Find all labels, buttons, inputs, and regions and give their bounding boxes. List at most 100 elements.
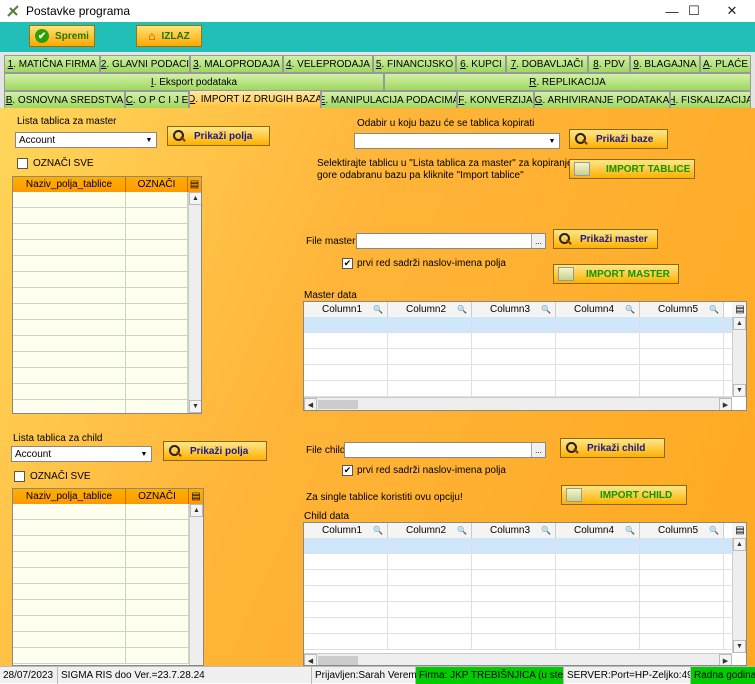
table-cell[interactable] bbox=[640, 602, 724, 617]
table-cell[interactable] bbox=[640, 333, 724, 348]
table-cell[interactable] bbox=[126, 192, 188, 207]
table-cell[interactable] bbox=[640, 365, 724, 380]
table-cell[interactable] bbox=[13, 240, 126, 255]
tab-arhiviranje-podataka[interactable]: G. ARHIVIRANJE PODATAKA bbox=[534, 91, 670, 109]
table-cell[interactable] bbox=[126, 368, 188, 383]
grid-settings-icon[interactable]: ▤ bbox=[732, 523, 746, 538]
table-row[interactable] bbox=[13, 632, 189, 648]
table-cell[interactable] bbox=[13, 648, 126, 663]
table-cell[interactable] bbox=[126, 520, 189, 535]
scroll-down-icon[interactable]: ▼ bbox=[189, 400, 201, 413]
column-header[interactable]: Column3 🔍 bbox=[472, 523, 556, 538]
table-cell[interactable] bbox=[13, 552, 126, 567]
table-cell[interactable] bbox=[556, 538, 640, 553]
table-row[interactable] bbox=[13, 368, 188, 384]
table-row[interactable] bbox=[13, 536, 189, 552]
table-row[interactable] bbox=[304, 554, 732, 570]
column-header[interactable]: Column2 🔍 bbox=[388, 523, 472, 538]
tab-eksport-podataka[interactable]: I. Eksport podataka bbox=[4, 73, 384, 91]
search-icon[interactable]: 🔍 bbox=[457, 305, 467, 314]
table-cell[interactable] bbox=[13, 536, 126, 551]
tab-pdv[interactable]: 8. PDV bbox=[588, 55, 630, 73]
column-header[interactable]: OZNAČI bbox=[126, 177, 188, 192]
grid-settings-icon[interactable]: ▤ bbox=[188, 177, 201, 192]
table-cell[interactable] bbox=[388, 333, 472, 348]
table-cell[interactable] bbox=[304, 381, 388, 396]
table-cell[interactable] bbox=[388, 602, 472, 617]
column-header[interactable]: Column5 🔍 bbox=[640, 523, 724, 538]
search-icon[interactable]: 🔍 bbox=[457, 526, 467, 535]
table-cell[interactable] bbox=[13, 632, 126, 647]
tab-maloprodaja[interactable]: 3. MALOPRODAJA bbox=[190, 55, 283, 73]
file-child-input[interactable]: ... bbox=[344, 442, 546, 458]
scroll-right-icon[interactable]: ▶ bbox=[719, 398, 732, 410]
child-show-fields-button[interactable]: Prikaži polja bbox=[163, 441, 267, 461]
import-master-button[interactable]: IMPORT MASTER bbox=[553, 264, 679, 284]
table-row[interactable] bbox=[13, 600, 189, 616]
scroll-thumb[interactable] bbox=[318, 400, 358, 409]
target-db-select[interactable]: ▼ bbox=[354, 133, 560, 149]
table-cell[interactable] bbox=[126, 208, 188, 223]
table-cell[interactable] bbox=[388, 349, 472, 364]
table-cell[interactable] bbox=[304, 602, 388, 617]
child-fields-scrollbar[interactable]: ▲ bbox=[189, 504, 203, 665]
table-cell[interactable] bbox=[472, 554, 556, 569]
table-cell[interactable] bbox=[640, 381, 724, 396]
column-header[interactable]: Naziv_polja_tablice bbox=[13, 489, 126, 504]
table-cell[interactable] bbox=[13, 520, 126, 535]
table-cell[interactable] bbox=[13, 600, 126, 615]
child-mark-all-checkbox[interactable] bbox=[14, 471, 25, 482]
master-show-fields-button[interactable]: Prikaži polja bbox=[167, 126, 270, 146]
table-cell[interactable] bbox=[126, 648, 189, 663]
table-cell[interactable] bbox=[304, 333, 388, 348]
table-cell[interactable] bbox=[13, 256, 126, 271]
table-cell[interactable] bbox=[388, 365, 472, 380]
master-header-checkbox[interactable]: ✔ bbox=[342, 258, 353, 269]
table-cell[interactable] bbox=[126, 632, 189, 647]
table-cell[interactable] bbox=[304, 570, 388, 585]
table-row[interactable] bbox=[13, 384, 188, 400]
tab-dobavljaci[interactable]: 7. DOBAVLJAČI bbox=[506, 55, 588, 73]
table-cell[interactable] bbox=[13, 208, 126, 223]
table-cell[interactable] bbox=[472, 618, 556, 633]
table-cell[interactable] bbox=[126, 352, 188, 367]
table-cell[interactable] bbox=[388, 381, 472, 396]
table-row[interactable] bbox=[13, 352, 188, 368]
table-cell[interactable] bbox=[126, 272, 188, 287]
table-row[interactable] bbox=[13, 288, 188, 304]
master-table-select[interactable]: Account ▼ bbox=[15, 132, 157, 148]
table-cell[interactable] bbox=[13, 384, 126, 399]
table-row[interactable] bbox=[13, 320, 188, 336]
tab-replikacija[interactable]: R. REPLIKACIJA bbox=[384, 73, 751, 91]
table-cell[interactable] bbox=[640, 538, 724, 553]
table-cell[interactable] bbox=[640, 634, 724, 649]
table-row[interactable] bbox=[13, 272, 188, 288]
scroll-down-icon[interactable]: ▼ bbox=[733, 640, 746, 653]
save-button[interactable]: ✔ Spremi bbox=[29, 25, 95, 47]
scroll-left-icon[interactable]: ◀ bbox=[304, 654, 317, 665]
table-cell[interactable] bbox=[388, 538, 472, 553]
table-cell[interactable] bbox=[556, 634, 640, 649]
table-row[interactable] bbox=[304, 634, 732, 650]
column-header[interactable]: OZNAČI bbox=[126, 489, 189, 504]
table-cell[interactable] bbox=[126, 320, 188, 335]
table-cell[interactable] bbox=[13, 400, 126, 413]
table-row[interactable] bbox=[13, 568, 189, 584]
table-cell[interactable] bbox=[126, 336, 188, 351]
table-cell[interactable] bbox=[640, 586, 724, 601]
table-cell[interactable] bbox=[13, 224, 126, 239]
table-row[interactable] bbox=[304, 618, 732, 634]
table-cell[interactable] bbox=[304, 554, 388, 569]
table-cell[interactable] bbox=[13, 368, 126, 383]
tab-maticna-firma[interactable]: 1. MATIČNA FIRMA bbox=[4, 55, 100, 73]
search-icon[interactable]: 🔍 bbox=[373, 526, 383, 535]
table-cell[interactable] bbox=[556, 317, 640, 332]
master-fields-scrollbar[interactable]: ▲ ▼ bbox=[188, 192, 201, 413]
table-cell[interactable] bbox=[13, 584, 126, 599]
table-cell[interactable] bbox=[640, 349, 724, 364]
scroll-left-icon[interactable]: ◀ bbox=[304, 398, 317, 410]
table-cell[interactable] bbox=[472, 570, 556, 585]
exit-button[interactable]: ⌂ IZLAZ bbox=[136, 25, 202, 47]
column-header[interactable]: Column1 🔍 bbox=[304, 302, 388, 317]
scroll-right-icon[interactable]: ▶ bbox=[719, 654, 732, 665]
